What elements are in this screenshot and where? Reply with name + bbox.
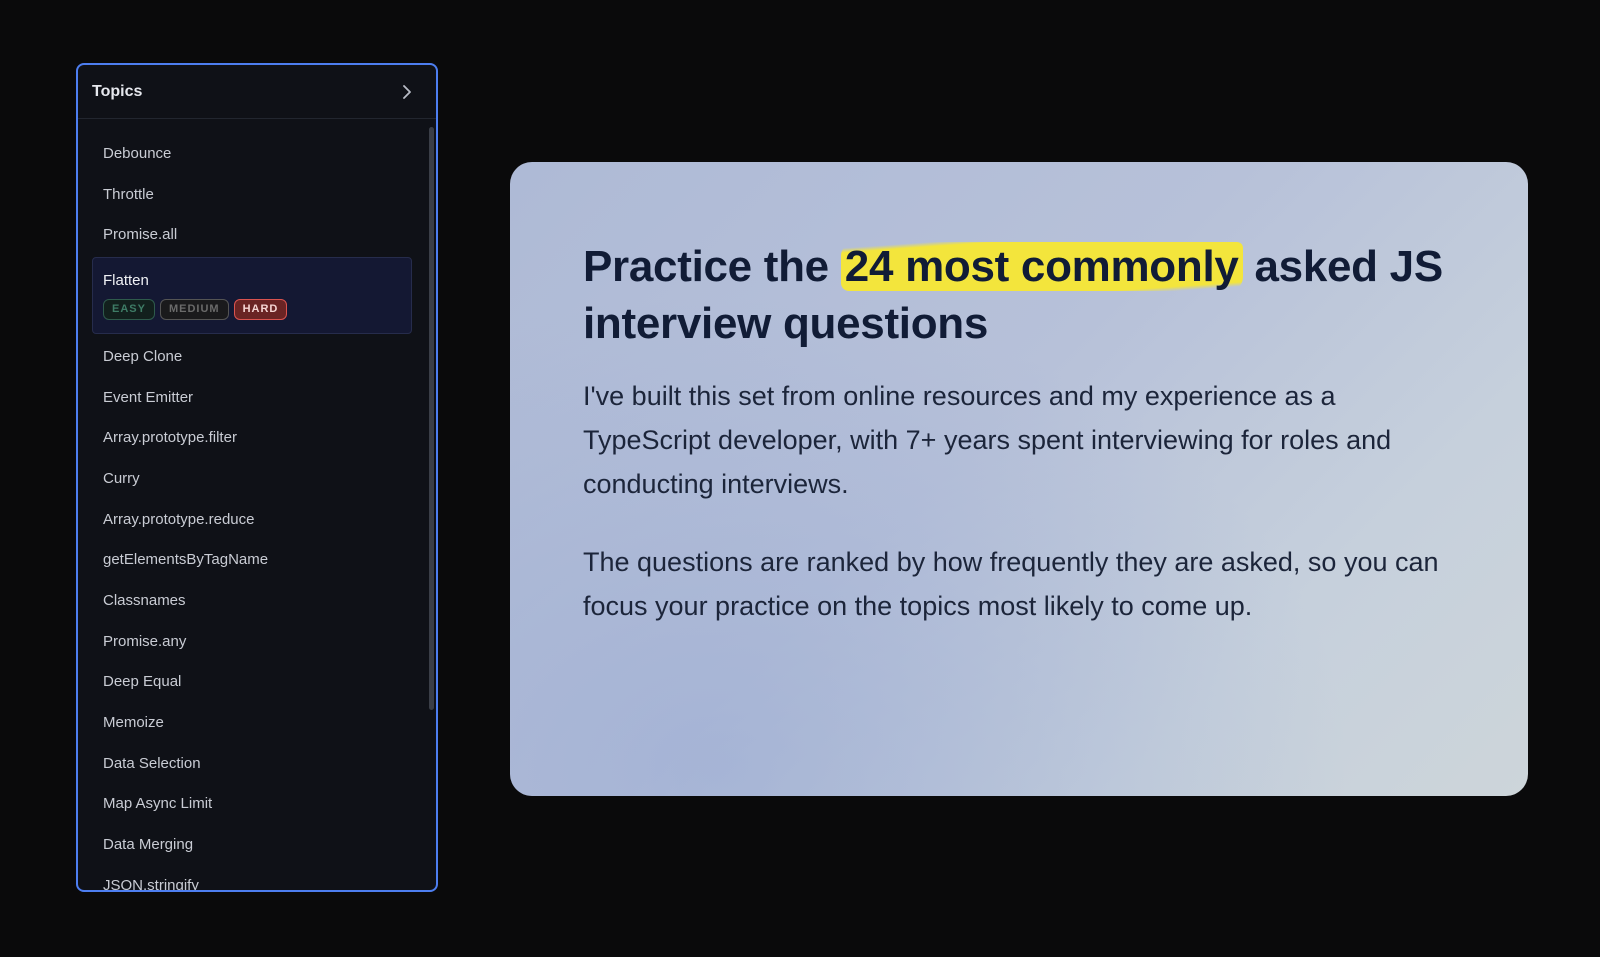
ranking-paragraph: The questions are ranked by how frequent… (583, 547, 1439, 621)
topic-item-promise-all[interactable]: Promise.all (78, 214, 436, 255)
topic-label: Promise.all (103, 226, 178, 244)
chevron-right-icon[interactable] (398, 83, 416, 101)
topic-item-json-stringify[interactable]: JSON.stringify (78, 865, 436, 890)
info-card: Practice the 24 most commonly asked JS i… (510, 162, 1528, 796)
topics-title: Topics (92, 82, 143, 100)
topic-label: Deep Clone (103, 347, 183, 365)
topic-item-debounce[interactable]: Debounce (78, 133, 436, 174)
topic-item-flatten[interactable]: Flatten EASY MEDIUM HARD (92, 257, 412, 335)
topic-label: Debounce (103, 144, 172, 162)
topic-item-event-emitter[interactable]: Event Emitter (78, 377, 436, 418)
topic-item-promise-any[interactable]: Promise.any (78, 621, 436, 662)
topic-label: Array.prototype.reduce (103, 510, 255, 528)
topic-label: Deep Equal (103, 673, 182, 691)
topic-label: Data Selection (103, 754, 201, 772)
headline: Practice the 24 most commonly asked JS i… (583, 238, 1458, 352)
topic-label: Array.prototype.filter (103, 429, 237, 447)
topic-item-array-prototype-reduce[interactable]: Array.prototype.reduce (78, 499, 436, 540)
topic-item-map-async-limit[interactable]: Map Async Limit (78, 784, 436, 825)
topic-label: Curry (103, 469, 140, 487)
topic-item-curry[interactable]: Curry (78, 458, 436, 499)
topic-label: getElementsByTagName (103, 551, 269, 569)
topic-item-deep-clone[interactable]: Deep Clone (78, 336, 436, 377)
topic-item-memoize[interactable]: Memoize (78, 702, 436, 743)
topic-label: Map Async Limit (103, 795, 213, 813)
topic-label: Promise.any (103, 632, 187, 650)
topic-item-array-prototype-filter[interactable]: Array.prototype.filter (78, 417, 436, 458)
headline-highlight: 24 most commonly (840, 242, 1243, 291)
topic-item-throttle[interactable]: Throttle (78, 174, 436, 215)
topics-scrollbar[interactable] (429, 127, 434, 710)
headline-before: Practice the (583, 242, 829, 291)
topic-item-data-selection[interactable]: Data Selection (78, 743, 436, 784)
topic-item-data-merging[interactable]: Data Merging (78, 824, 436, 865)
topic-label: Memoize (103, 714, 164, 732)
topic-label: Event Emitter (103, 388, 194, 406)
topics-list: Debounce Throttle Promise.all Flatten EA… (78, 119, 436, 890)
topic-item-get-elements-by-tag-name[interactable]: getElementsByTagName (78, 540, 436, 581)
difficulty-badge-easy[interactable]: EASY (103, 298, 155, 320)
topic-label: JSON.stringify (103, 876, 199, 890)
topics-panel: Topics Debounce Throttle Promise.all Fla… (76, 63, 438, 892)
intro-paragraph: I've built this set from online resource… (583, 381, 1392, 499)
topic-item-deep-equal[interactable]: Deep Equal (78, 662, 436, 703)
difficulty-badges: EASY MEDIUM HARD (103, 298, 288, 320)
topics-header: Topics (78, 65, 436, 119)
topic-item-classnames[interactable]: Classnames (78, 580, 436, 621)
difficulty-badge-medium[interactable]: MEDIUM (159, 298, 229, 320)
topic-label: Throttle (103, 185, 154, 203)
difficulty-badge-hard[interactable]: HARD (233, 298, 288, 320)
topic-label: Classnames (103, 592, 186, 610)
topic-label: Data Merging (103, 836, 194, 854)
topic-label: Flatten (103, 271, 149, 289)
